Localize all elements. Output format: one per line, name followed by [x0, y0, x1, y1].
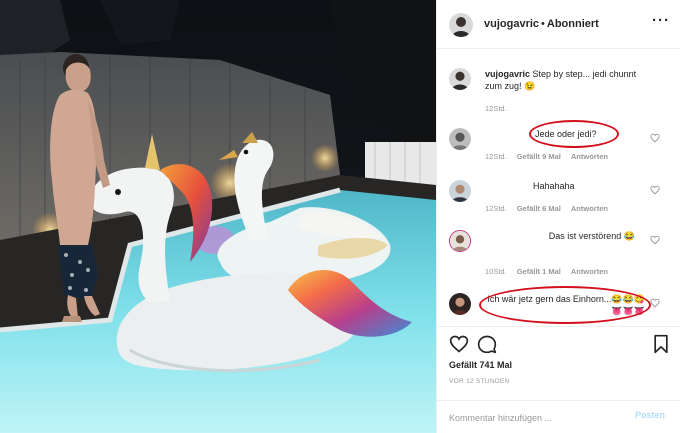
follow-status[interactable]: Abonniert: [547, 18, 599, 30]
username-link[interactable]: vujogavric: [484, 18, 539, 30]
avatar[interactable]: [449, 230, 471, 252]
more-options-icon[interactable]: ···: [651, 13, 671, 34]
comment-meta: 12Std. Gefällt 6 Mal Antworten: [485, 204, 618, 213]
bookmark-icon[interactable]: [651, 334, 671, 354]
comment-likes[interactable]: Gefällt 6 Mal: [517, 204, 561, 213]
post-photo[interactable]: [0, 0, 436, 433]
heart-icon[interactable]: [650, 185, 660, 195]
comment-icon[interactable]: [477, 334, 497, 354]
add-comment-bar: Posten: [437, 400, 680, 433]
comment-text: Ich wär jetz gern das Einhorn...😂😂😋👅👅👅: [487, 294, 645, 316]
comment-input[interactable]: [449, 411, 619, 425]
comment-text: Jede oder jedi?: [535, 129, 597, 139]
post-header: vujogavric • Abonniert ···: [437, 0, 680, 49]
comment-time[interactable]: 10Std.: [485, 267, 507, 276]
header-userline: vujogavric • Abonniert: [484, 18, 599, 30]
post-sidebar: vujogavric • Abonniert ··· vujogavric Step…: [436, 0, 680, 433]
heart-icon[interactable]: [449, 334, 469, 354]
reply-button[interactable]: Antworten: [571, 267, 608, 276]
avatar[interactable]: [449, 68, 471, 90]
avatar[interactable]: [449, 128, 471, 150]
caption-meta: 12Std.: [485, 104, 517, 113]
like-count[interactable]: Gefällt 741 Mal: [449, 360, 512, 370]
separator-dot: •: [541, 18, 545, 30]
comment-text: Das ist verstörend 😂: [548, 231, 635, 241]
heart-icon[interactable]: [650, 298, 660, 308]
comment-meta: 12Std. Gefällt 9 Mal Antworten: [485, 152, 618, 161]
comment-time[interactable]: 12Std.: [485, 152, 507, 161]
reply-button[interactable]: Antworten: [571, 152, 608, 161]
comment-likes[interactable]: Gefällt 9 Mal: [517, 152, 561, 161]
comment-likes[interactable]: Gefällt 1 Mal: [517, 267, 561, 276]
post-actions: Gefällt 741 Mal VOR 12 STUNDEN: [437, 326, 680, 404]
comment-time[interactable]: 12Std.: [485, 204, 507, 213]
post-comment-button[interactable]: Posten: [635, 410, 665, 420]
reply-button[interactable]: Antworten: [571, 204, 608, 213]
post-timestamp[interactable]: VOR 12 STUNDEN: [449, 378, 510, 385]
heart-icon[interactable]: [650, 133, 660, 143]
caption-text: vujogavric Step by step... jedi chunnt z…: [485, 68, 645, 92]
avatar[interactable]: [449, 13, 473, 37]
caption-time[interactable]: 12Std.: [485, 104, 507, 113]
heart-icon[interactable]: [650, 235, 660, 245]
comment-text: Hahahaha: [533, 181, 575, 191]
pool-night-photo: [0, 0, 436, 433]
avatar[interactable]: [449, 293, 471, 315]
avatar[interactable]: [449, 180, 471, 202]
comment-meta: 10Std. Gefällt 1 Mal Antworten: [485, 267, 618, 276]
caption-username[interactable]: vujogavric: [485, 69, 530, 79]
